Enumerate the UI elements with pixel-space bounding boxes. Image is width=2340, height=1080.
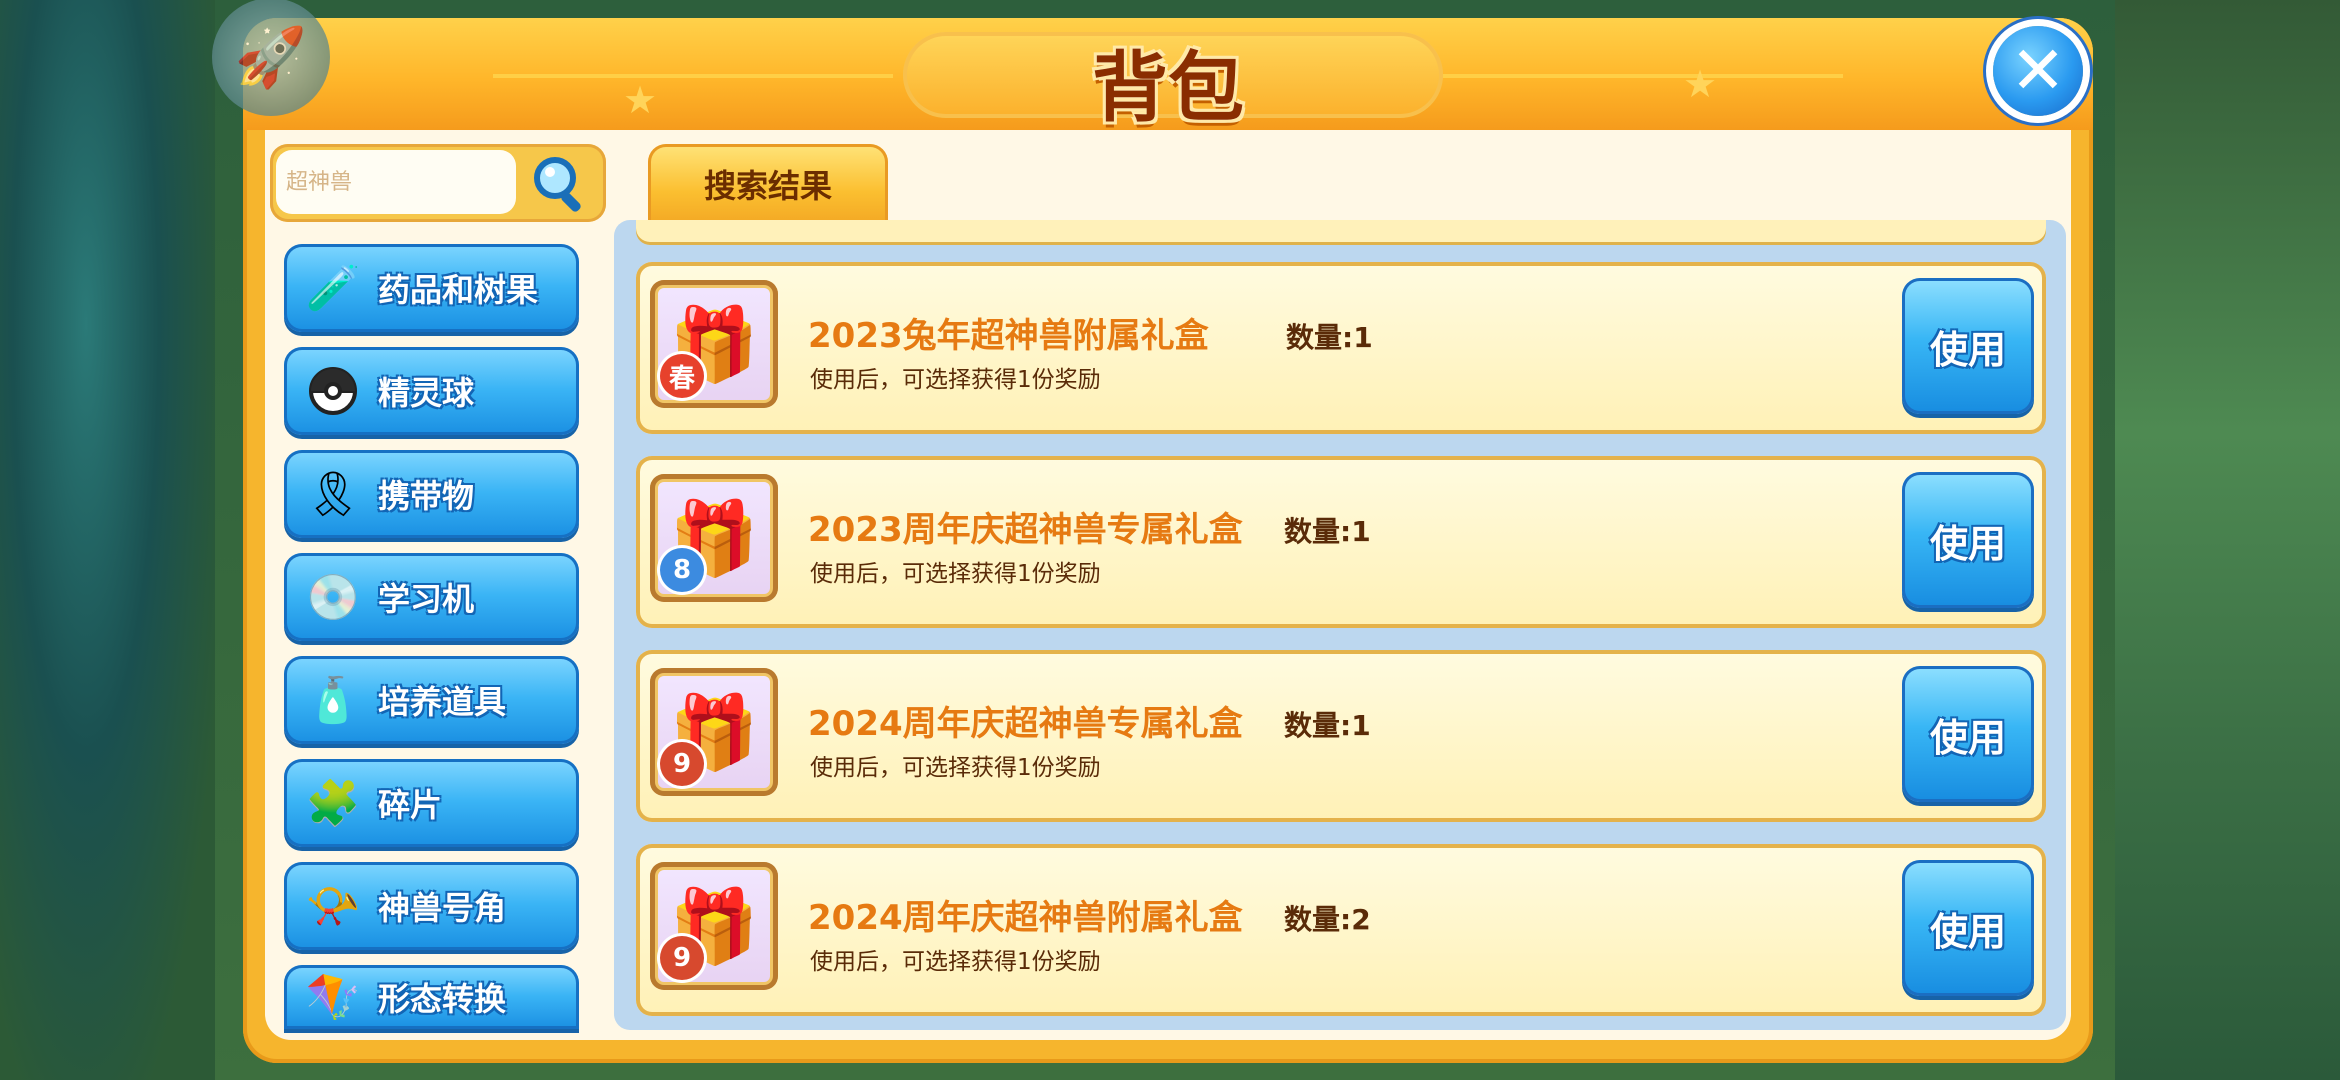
sidebar-item-label: 精灵球 <box>378 374 475 412</box>
sidebar-item-pokeball[interactable]: 精灵球 <box>284 347 579 435</box>
list-item: 🎁 9 2024周年庆超神兽专属礼盒 数量:1 使用后，可选择获得1份奖励 使用 <box>636 650 2046 822</box>
item-badge: 9 <box>660 742 704 786</box>
use-button-label: 使用 <box>1929 909 2006 954</box>
training-item-icon: 🧴 <box>305 675 361 726</box>
use-button-label: 使用 <box>1929 327 2006 372</box>
list-item: 🎁 春 2023兔年超神兽附属礼盒 数量:1 使用后，可选择获得1份奖励 使用 <box>636 262 2046 434</box>
item-description: 使用后，可选择获得1份奖励 <box>810 561 1101 587</box>
horn-icon: 📯 <box>305 881 361 932</box>
potion-icon: 🧪 <box>305 263 361 314</box>
title-bar: ★ ★ 背包 <box>243 18 2093 132</box>
use-button[interactable]: 使用 <box>1902 860 2034 996</box>
sidebar-item-label: 学习机 <box>378 580 475 618</box>
item-quantity: 数量:1 <box>1284 515 1371 548</box>
sidebar-item-transform[interactable]: 🪁 形态转换 <box>284 965 579 1029</box>
search-button[interactable] <box>524 148 596 218</box>
puzzle-piece-icon: 🧩 <box>305 778 361 829</box>
close-button[interactable]: ✕ <box>1993 26 2083 116</box>
sidebar-item-medicine[interactable]: 🧪 药品和树果 <box>284 244 579 332</box>
list-item: 🎁 8 2023周年庆超神兽专属礼盒 数量:1 使用后，可选择获得1份奖励 使用 <box>636 456 2046 628</box>
gift-box-icon: 🎁 春 <box>650 280 778 408</box>
rocket-icon[interactable]: 🚀 <box>212 0 330 116</box>
sidebar-item-fragments[interactable]: 🧩 碎片 <box>284 759 579 847</box>
item-badge: 9 <box>660 936 704 980</box>
window-title: 背包 <box>1092 43 1244 132</box>
item-description: 使用后，可选择获得1份奖励 <box>810 755 1101 781</box>
held-item-icon: 🎗 <box>305 469 361 520</box>
search-input[interactable] <box>276 150 516 214</box>
tab-label: 搜索结果 <box>703 167 832 205</box>
item-name: 2023周年庆超神兽专属礼盒 <box>808 510 1243 550</box>
gift-box-icon: 🎁 9 <box>650 668 778 796</box>
background-left <box>0 0 215 1080</box>
gift-box-icon: 🎁 8 <box>650 474 778 602</box>
gift-box-icon: 🎁 9 <box>650 862 778 990</box>
item-name: 2024周年庆超神兽附属礼盒 <box>808 898 1243 938</box>
tab-search-results[interactable]: 搜索结果 <box>648 144 888 224</box>
sidebar-item-held-items[interactable]: 🎗 携带物 <box>284 450 579 538</box>
item-name: 2023兔年超神兽附属礼盒 <box>808 316 1209 356</box>
item-quantity: 数量:1 <box>1284 709 1371 742</box>
search-bar <box>270 144 606 222</box>
sidebar-item-label: 携带物 <box>378 477 475 515</box>
item-badge: 8 <box>660 548 704 592</box>
search-icon <box>534 157 581 212</box>
sidebar-item-label: 神兽号角 <box>378 889 507 927</box>
item-quantity: 数量:2 <box>1284 903 1371 936</box>
use-button[interactable]: 使用 <box>1902 278 2034 414</box>
sidebar-item-label: 形态转换 <box>378 980 507 1018</box>
sidebar-item-training[interactable]: 🧴 培养道具 <box>284 656 579 744</box>
item-description: 使用后，可选择获得1份奖励 <box>810 367 1101 393</box>
item-badge: 春 <box>660 354 704 398</box>
pokeball-icon <box>302 360 364 422</box>
disc-icon: 💿 <box>305 572 361 623</box>
item-description: 使用后，可选择获得1份奖励 <box>810 949 1101 975</box>
use-button[interactable]: 使用 <box>1902 666 2034 802</box>
sidebar-item-horn[interactable]: 📯 神兽号角 <box>284 862 579 950</box>
use-button-label: 使用 <box>1929 521 2006 566</box>
item-list[interactable]: 🎁 春 2023兔年超神兽附属礼盒 数量:1 使用后，可选择获得1份奖励 使用 … <box>614 220 2066 1030</box>
sidebar-item-tm[interactable]: 💿 学习机 <box>284 553 579 641</box>
background-right <box>2115 0 2340 1080</box>
sidebar-item-label: 培养道具 <box>378 683 507 721</box>
close-icon: ✕ <box>2010 32 2066 109</box>
list-item: 🎁 9 2024周年庆超神兽附属礼盒 数量:2 使用后，可选择获得1份奖励 使用 <box>636 844 2046 1016</box>
sidebar-item-label: 碎片 <box>378 786 443 824</box>
use-button[interactable]: 使用 <box>1902 472 2034 608</box>
transform-icon: 🪁 <box>305 972 361 1023</box>
item-quantity: 数量:1 <box>1286 321 1373 354</box>
use-button-label: 使用 <box>1929 715 2006 760</box>
sidebar-item-label: 药品和树果 <box>378 271 539 309</box>
list-top-edge <box>636 220 2046 242</box>
item-name: 2024周年庆超神兽专属礼盒 <box>808 704 1243 744</box>
